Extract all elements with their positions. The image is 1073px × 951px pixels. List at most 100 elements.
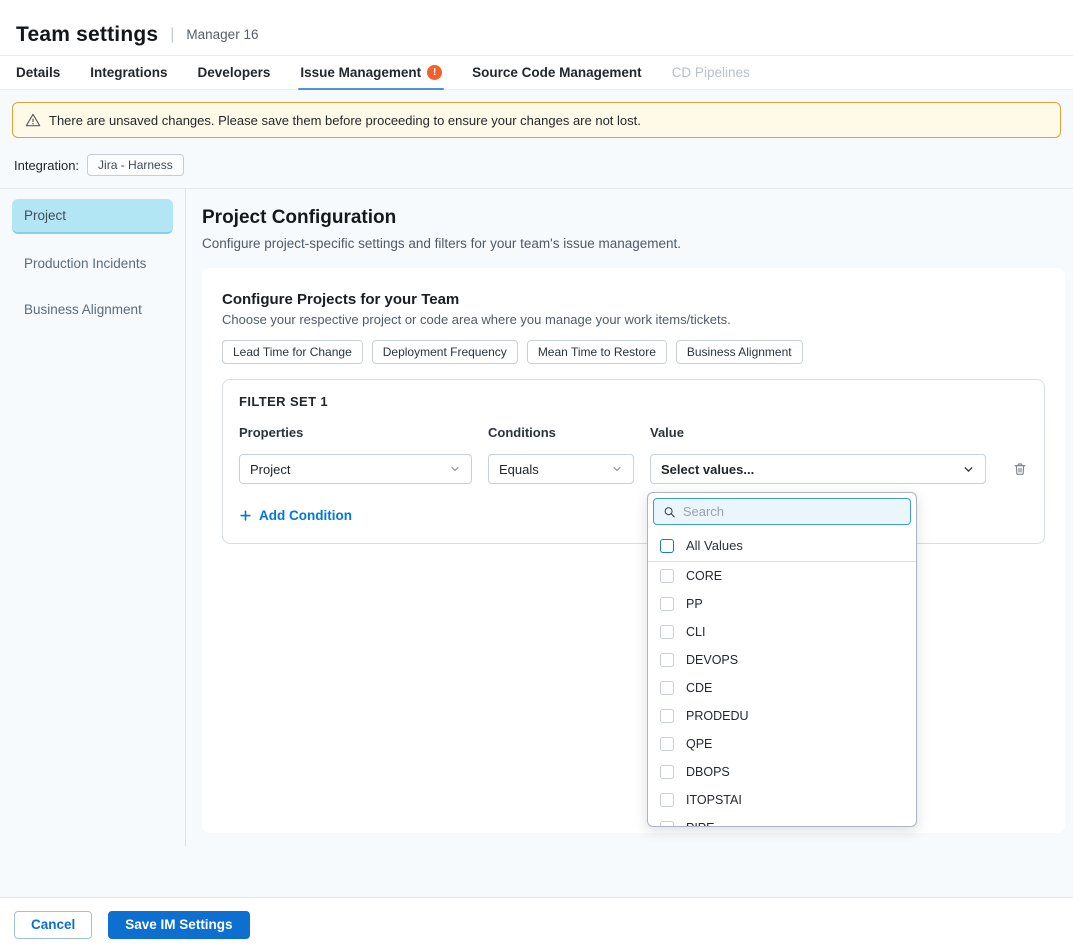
option-label: CDE — [686, 681, 712, 695]
condition-select[interactable]: Equals — [488, 454, 634, 484]
option-checkbox[interactable] — [660, 793, 674, 807]
add-condition-label: Add Condition — [259, 508, 352, 523]
option-all-values[interactable]: All Values — [648, 530, 916, 562]
page-title: Team settings — [16, 23, 158, 47]
section-subtitle: Configure project-specific settings and … — [202, 236, 1065, 251]
save-im-settings-button[interactable]: Save IM Settings — [108, 911, 249, 939]
integration-chip[interactable]: Jira - Harness — [87, 154, 184, 176]
option-label: DBOPS — [686, 765, 730, 779]
sidebar-item-business-alignment[interactable]: Business Alignment — [12, 293, 173, 326]
tab-source-code-management[interactable]: Source Code Management — [472, 56, 642, 89]
option-checkbox[interactable] — [660, 821, 674, 827]
sidebar-item-production-incidents[interactable]: Production Incidents — [12, 247, 173, 280]
main-panel: Project Configuration Configure project-… — [186, 189, 1073, 846]
option-label: CORE — [686, 569, 722, 583]
option-itopstai[interactable]: ITOPSTAI — [648, 786, 916, 814]
filter-condition-row: Project Equals Select — [239, 454, 1028, 484]
option-label: All Values — [686, 538, 743, 553]
chip-mean-time-to-restore[interactable]: Mean Time to Restore — [527, 340, 667, 364]
metric-chip-row: Lead Time for Change Deployment Frequenc… — [222, 340, 1045, 364]
option-label: PP — [686, 597, 703, 611]
option-checkbox[interactable] — [660, 653, 674, 667]
option-pipe[interactable]: PIPE — [648, 814, 916, 827]
card-title: Configure Projects for your Team — [222, 291, 1045, 308]
chevron-down-icon — [962, 463, 975, 476]
tab-details[interactable]: Details — [16, 56, 60, 89]
tab-label: Source Code Management — [472, 65, 642, 80]
section-sidebar: Project Production Incidents Business Al… — [0, 189, 186, 846]
dropdown-search — [653, 498, 911, 525]
sidebar-item-project[interactable]: Project — [12, 199, 173, 234]
option-checkbox[interactable] — [660, 681, 674, 695]
warning-triangle-icon — [25, 112, 41, 128]
chip-deployment-frequency[interactable]: Deployment Frequency — [372, 340, 518, 364]
option-checkbox[interactable] — [660, 597, 674, 611]
option-qpe[interactable]: QPE — [648, 730, 916, 758]
option-label: DEVOPS — [686, 653, 738, 667]
chevron-down-icon — [611, 463, 623, 475]
option-checkbox[interactable] — [660, 765, 674, 779]
settings-content: There are unsaved changes. Please save t… — [0, 90, 1073, 897]
tab-cd-pipelines: CD Pipelines — [672, 56, 750, 89]
tab-issue-management[interactable]: Issue Management ! — [300, 56, 442, 89]
option-checkbox[interactable] — [660, 737, 674, 751]
properties-column-header: Properties — [239, 425, 472, 440]
title-separator: | — [170, 26, 174, 44]
option-cli[interactable]: CLI — [648, 618, 916, 646]
option-pp[interactable]: PP — [648, 590, 916, 618]
option-label: QPE — [686, 737, 712, 751]
dropdown-search-input[interactable] — [683, 504, 901, 519]
unsaved-changes-banner: There are unsaved changes. Please save t… — [12, 102, 1061, 138]
cancel-button[interactable]: Cancel — [14, 911, 92, 939]
value-dropdown-panel: All Values CORE PP CLI DEVOPS CDE PRODED… — [647, 492, 917, 827]
tab-label: Developers — [198, 65, 271, 80]
chevron-down-icon — [449, 463, 461, 475]
two-column-layout: Project Production Incidents Business Al… — [0, 189, 1073, 846]
integration-label: Integration: — [14, 158, 79, 173]
unsaved-changes-badge-icon: ! — [427, 65, 442, 80]
option-dbops[interactable]: DBOPS — [648, 758, 916, 786]
filter-set-title: FILTER SET 1 — [239, 394, 1028, 409]
value-select-placeholder: Select values... — [661, 462, 754, 477]
team-name-label: Manager 16 — [186, 27, 258, 42]
chip-lead-time-for-change[interactable]: Lead Time for Change — [222, 340, 363, 364]
plus-icon — [239, 509, 252, 522]
filter-column-headers: Properties Conditions Value — [239, 425, 1028, 454]
trash-icon — [1012, 461, 1028, 477]
option-devops[interactable]: DEVOPS — [648, 646, 916, 674]
tab-label: CD Pipelines — [672, 65, 750, 80]
option-label: ITOPSTAI — [686, 793, 742, 807]
section-title: Project Configuration — [202, 207, 1065, 229]
add-condition-button[interactable]: Add Condition — [239, 508, 352, 523]
integration-row: Integration: Jira - Harness — [0, 150, 1073, 188]
option-core[interactable]: CORE — [648, 562, 916, 590]
value-multiselect[interactable]: Select values... — [650, 454, 986, 484]
option-label: PRODEDU — [686, 709, 749, 723]
page-header: Team settings | Manager 16 — [0, 0, 1073, 56]
tab-label: Issue Management — [300, 65, 421, 80]
chip-business-alignment[interactable]: Business Alignment — [676, 340, 803, 364]
option-checkbox[interactable] — [660, 709, 674, 723]
option-prodedu[interactable]: PRODEDU — [648, 702, 916, 730]
option-checkbox[interactable] — [660, 569, 674, 583]
conditions-column-header: Conditions — [488, 425, 634, 440]
tab-developers[interactable]: Developers — [198, 56, 271, 89]
settings-tab-bar: Details Integrations Developers Issue Ma… — [0, 56, 1073, 90]
option-label: CLI — [686, 625, 705, 639]
option-checkbox[interactable] — [660, 625, 674, 639]
option-label: PIPE — [686, 821, 715, 827]
all-values-checkbox[interactable] — [660, 539, 674, 553]
action-footer: Cancel Save IM Settings — [0, 897, 1073, 951]
condition-select-value: Equals — [499, 462, 539, 477]
property-select-value: Project — [250, 462, 290, 477]
tab-integrations[interactable]: Integrations — [90, 56, 167, 89]
delete-condition-button[interactable] — [1012, 454, 1028, 484]
value-column-header: Value — [650, 425, 986, 440]
option-cde[interactable]: CDE — [648, 674, 916, 702]
search-icon — [663, 505, 676, 519]
card-subtitle: Choose your respective project or code a… — [222, 312, 1045, 327]
configure-projects-card: Configure Projects for your Team Choose … — [202, 268, 1065, 833]
banner-text: There are unsaved changes. Please save t… — [49, 113, 641, 128]
tab-label: Details — [16, 65, 60, 80]
property-select[interactable]: Project — [239, 454, 472, 484]
